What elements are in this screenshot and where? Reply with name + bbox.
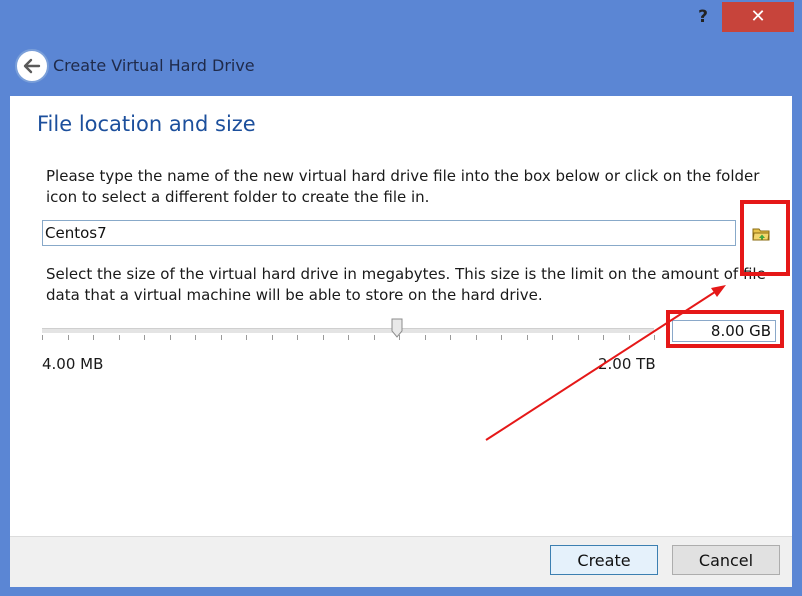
slider-tick	[170, 335, 171, 340]
slider-tick	[425, 335, 426, 340]
folder-icon	[752, 228, 770, 241]
slider-tick	[578, 335, 579, 340]
slider-tick	[68, 335, 69, 340]
slider-tick	[272, 335, 273, 340]
slider-tick	[195, 335, 196, 340]
slider-tick	[246, 335, 247, 340]
slider-tick	[654, 335, 655, 340]
help-button[interactable]: ?	[688, 4, 718, 30]
size-input[interactable]	[672, 320, 776, 342]
slider-tick	[476, 335, 477, 340]
page-title: File location and size	[37, 112, 256, 136]
size-slider-thumb[interactable]	[391, 318, 403, 338]
slider-tick	[603, 335, 604, 340]
slider-tick	[221, 335, 222, 340]
title-bar: ? ✕	[0, 0, 802, 36]
dialog-window: ? ✕ Create Virtual Hard Drive File locat…	[0, 0, 802, 596]
slider-tick	[93, 335, 94, 340]
slider-tick	[450, 335, 451, 340]
slider-tick	[374, 335, 375, 340]
slider-tick	[527, 335, 528, 340]
button-bar: Create Cancel	[10, 536, 792, 587]
back-button[interactable]	[15, 49, 49, 83]
size-slider-track[interactable]	[42, 328, 654, 333]
slider-tick	[119, 335, 120, 340]
wizard-title: Create Virtual Hard Drive	[53, 56, 255, 75]
size-slider-ticks	[42, 335, 655, 341]
file-name-input[interactable]	[42, 220, 736, 246]
size-max-label: 2.00 TB	[598, 355, 656, 373]
choose-folder-button[interactable]	[752, 226, 770, 242]
slider-tick	[348, 335, 349, 340]
slider-tick	[629, 335, 630, 340]
slider-tick	[144, 335, 145, 340]
wizard-header: Create Virtual Hard Drive	[0, 36, 802, 96]
slider-tick	[501, 335, 502, 340]
cancel-button[interactable]: Cancel	[672, 545, 780, 575]
slider-tick	[323, 335, 324, 340]
size-min-label: 4.00 MB	[42, 355, 104, 373]
size-description: Select the size of the virtual hard driv…	[46, 265, 766, 304]
slider-tick	[42, 335, 43, 340]
slider-tick	[297, 335, 298, 340]
close-button[interactable]: ✕	[722, 2, 794, 32]
slider-tick	[552, 335, 553, 340]
back-arrow-icon	[23, 58, 41, 74]
create-button[interactable]: Create	[550, 545, 658, 575]
file-location-description: Please type the name of the new virtual …	[46, 167, 760, 206]
content-panel: File location and size Please type the n…	[10, 96, 792, 536]
